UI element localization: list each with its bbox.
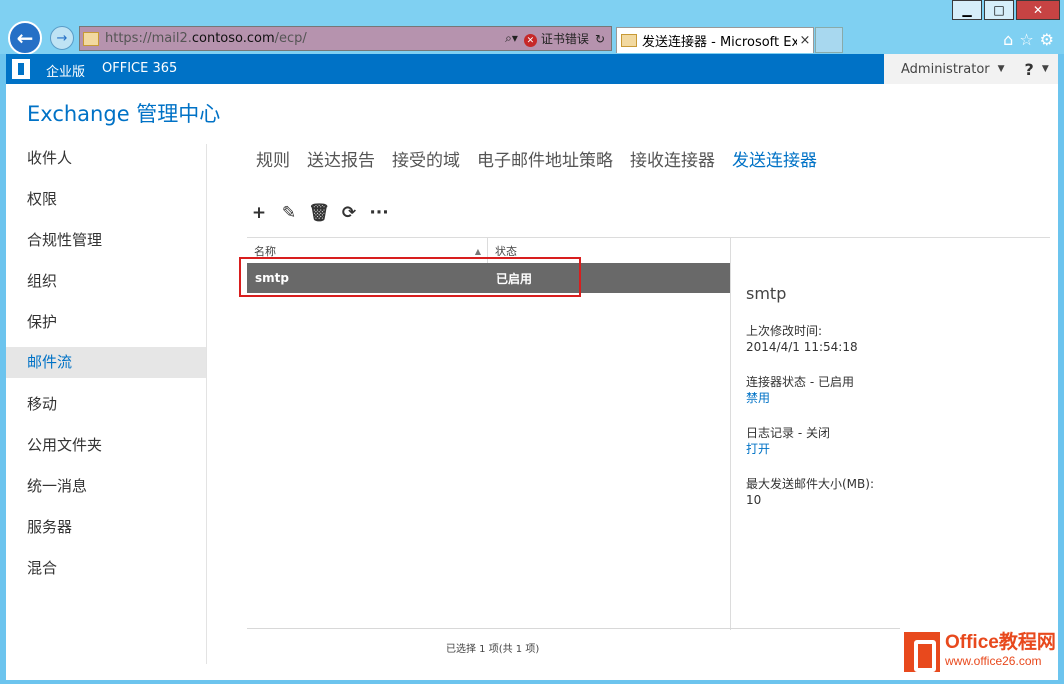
nav-item-hybrid[interactable]: 混合: [6, 554, 206, 595]
watermark: Office教程网 www.office26.com: [900, 628, 1058, 676]
favorites-star-icon[interactable]: ☆: [1019, 30, 1033, 49]
back-button[interactable]: ←: [8, 21, 42, 55]
page-frame: 企业版 OFFICE 365 Administrator ▼ ? ▼ Excha…: [6, 54, 1058, 680]
mail-flow-tabs: 规则 送达报告 接受的域 电子邮件地址策略 接收连接器 发送连接器: [256, 146, 817, 171]
address-bar[interactable]: https://mail2.contoso.com/ecp/ ⌕▾ ✕证书错误 …: [79, 26, 612, 51]
refresh-page-icon[interactable]: ↻: [595, 32, 605, 46]
office-watermark-logo-icon: [904, 632, 940, 672]
browser-tab[interactable]: 发送连接器 - Microsoft Ex... ×: [616, 27, 814, 53]
address-url[interactable]: https://mail2.contoso.com/ecp/: [105, 31, 505, 46]
tab-close-icon[interactable]: ×: [797, 33, 813, 48]
more-icon[interactable]: ···: [370, 204, 388, 222]
tab-email-address-policies[interactable]: 电子邮件地址策略: [477, 146, 613, 171]
nav-divider: [206, 144, 207, 664]
add-icon[interactable]: +: [250, 204, 268, 222]
nav-item-recipients[interactable]: 收件人: [6, 144, 206, 185]
nav-item-organization[interactable]: 组织: [6, 267, 206, 308]
nav-item-permissions[interactable]: 权限: [6, 185, 206, 226]
minimize-button[interactable]: ▁: [952, 0, 982, 20]
arrow-left-icon: ←: [17, 26, 34, 50]
nav-item-public-folders[interactable]: 公用文件夹: [6, 431, 206, 472]
connector-state: 连接器状态 - 已启用: [746, 374, 1046, 390]
window-controls: ▁ □ ✕: [950, 0, 1060, 20]
modified-label: 上次修改时间:: [746, 323, 1046, 339]
details-pane: smtp 上次修改时间: 2014/4/1 11:54:18 连接器状态 - 已…: [746, 284, 1046, 527]
trash-icon[interactable]: 🗑: [310, 204, 328, 222]
new-tab-button[interactable]: [815, 27, 843, 53]
maximize-button[interactable]: □: [984, 0, 1014, 20]
error-icon: ✕: [524, 34, 537, 47]
page-favicon-icon: [83, 32, 99, 46]
left-navigation: 收件人 权限 合规性管理 组织 保护 邮件流 移动 公用文件夹 统一消息 服务器…: [6, 144, 206, 595]
details-title: smtp: [746, 284, 1046, 303]
tab-accepted-domains[interactable]: 接受的域: [392, 146, 460, 171]
tab-receive-connectors[interactable]: 接收连接器: [630, 146, 715, 171]
search-icon[interactable]: ⌕▾: [505, 31, 518, 46]
disable-link[interactable]: 禁用: [746, 390, 1046, 406]
tab-rules[interactable]: 规则: [256, 146, 290, 171]
help-chevron-down-icon: ▼: [1042, 64, 1049, 74]
logging-state: 日志记录 - 关闭: [746, 425, 1046, 441]
user-menu[interactable]: Administrator ▼ ? ▼: [884, 54, 1058, 84]
certificate-error[interactable]: ✕证书错误: [524, 30, 589, 48]
selection-count: 已选择 1 项(共 1 项): [446, 640, 539, 655]
nav-item-mobile[interactable]: 移动: [6, 390, 206, 431]
edition-link[interactable]: 企业版: [46, 61, 85, 80]
max-size-label: 最大发送邮件大小(MB):: [746, 476, 1046, 492]
tab-delivery-reports[interactable]: 送达报告: [307, 146, 375, 171]
help-menu[interactable]: ?: [1025, 60, 1034, 79]
refresh-icon[interactable]: ⟳: [340, 204, 358, 222]
page-title: Exchange 管理中心: [27, 98, 220, 128]
details-top-divider: [730, 237, 1050, 238]
office-logo-icon[interactable]: [12, 59, 30, 79]
highlight-annotation: [239, 257, 581, 297]
watermark-url: www.office26.com: [945, 652, 1056, 670]
toolbar: + ✎ 🗑 ⟳ ···: [250, 204, 388, 222]
watermark-name: Office教程网: [945, 634, 1056, 652]
arrow-right-icon: →: [57, 31, 68, 46]
nav-item-protection[interactable]: 保护: [6, 308, 206, 349]
nav-item-mail-flow[interactable]: 邮件流: [6, 347, 206, 378]
tab-send-connectors[interactable]: 发送连接器: [732, 146, 817, 171]
sort-ascending-icon: ▲: [475, 247, 481, 256]
max-size-value: 10: [746, 492, 1046, 508]
enable-logging-link[interactable]: 打开: [746, 441, 1046, 457]
modified-value: 2014/4/1 11:54:18: [746, 339, 1046, 355]
home-icon[interactable]: ⌂: [1003, 30, 1013, 49]
nav-item-servers[interactable]: 服务器: [6, 513, 206, 554]
forward-button[interactable]: →: [50, 26, 74, 50]
office365-bar: 企业版 OFFICE 365 Administrator ▼ ? ▼: [6, 54, 1058, 84]
browser-chrome: ▁ □ ✕ ← → https://mail2.contoso.com/ecp/…: [0, 0, 1064, 54]
tab-title: 发送连接器 - Microsoft Ex...: [642, 31, 797, 50]
chevron-down-icon: ▼: [998, 64, 1005, 74]
edit-pencil-icon[interactable]: ✎: [280, 204, 298, 222]
user-name: Administrator: [901, 62, 990, 77]
nav-item-unified-messaging[interactable]: 统一消息: [6, 472, 206, 513]
office365-link[interactable]: OFFICE 365: [102, 61, 177, 76]
details-divider: [730, 237, 731, 630]
close-window-button[interactable]: ✕: [1016, 0, 1060, 20]
tab-favicon-icon: [621, 34, 637, 47]
gear-icon[interactable]: ⚙: [1040, 30, 1054, 49]
nav-item-compliance[interactable]: 合规性管理: [6, 226, 206, 267]
